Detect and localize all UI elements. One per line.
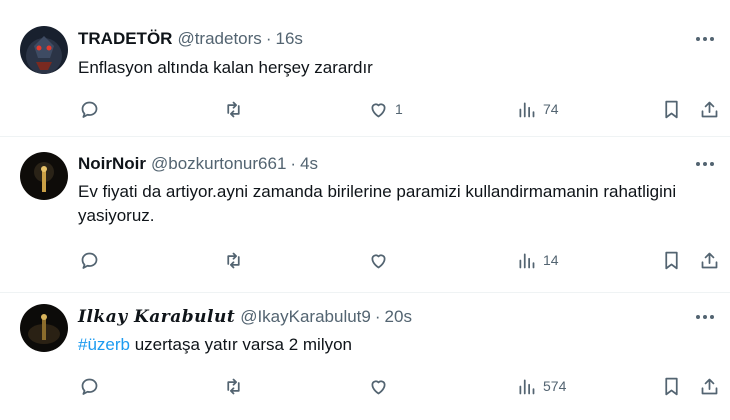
views-icon [519,253,535,268]
like-count: 1 [395,101,403,117]
share-button[interactable] [699,373,720,399]
bookmark-icon [665,100,678,118]
timestamp[interactable]: 16s [275,29,302,49]
bookmark-button[interactable] [661,247,682,273]
views-button[interactable]: 574 [516,373,566,399]
share-button[interactable] [699,247,720,273]
hashtag-link[interactable]: #üzerb [78,335,130,354]
tweet-text: Ev fiyati da artiyor.ayni zamanda birile… [78,182,677,225]
separator-dot: · [265,29,272,48]
avatar[interactable] [20,152,68,200]
action-bar: 14 [0,247,730,273]
more-icon[interactable] [692,154,718,174]
share-icon [701,101,718,117]
reply-button[interactable] [79,373,100,399]
separator-dot: · [374,307,381,326]
bookmark-button[interactable] [661,373,682,399]
like-icon [371,102,386,117]
share-icon [701,378,718,394]
tweet[interactable]: NoirNoir @bozkurtonur661 · 4s Ev fiyati … [0,137,730,292]
separator-dot: · [290,154,297,173]
display-name[interactable]: NoirNoir [78,154,146,174]
like-button[interactable] [368,247,389,273]
tweet-header: Ilkay Karabulut @IkayKarabulut9 · 20s [78,305,412,329]
display-name[interactable]: Ilkay Karabulut [78,307,235,327]
views-button[interactable]: 74 [516,96,559,122]
tweet-text-body: uzertaşa yatır varsa 2 milyon [129,335,353,354]
reply-icon [81,252,98,269]
timestamp[interactable]: 4s [300,154,318,174]
views-icon [519,102,535,117]
retweet-icon [227,378,240,394]
tweet[interactable]: TRADETÖR @tradetors · 16s Enflasyon altı… [0,0,730,136]
more-icon[interactable] [692,29,718,49]
views-button[interactable]: 14 [516,247,559,273]
share-icon [701,252,718,268]
reply-icon [81,378,98,395]
retweet-icon [227,101,240,117]
tweet[interactable]: Ilkay Karabulut @IkayKarabulut9 · 20s #ü… [0,293,730,420]
view-count: 74 [543,101,559,117]
share-button[interactable] [699,96,720,122]
action-bar: 1 74 [0,96,730,122]
user-handle[interactable]: @tradetors [177,29,261,49]
view-count: 574 [543,378,567,394]
tweet-feed: TRADETÖR @tradetors · 16s Enflasyon altı… [0,0,730,420]
display-name[interactable]: TRADETÖR [78,29,172,49]
tweet-header: NoirNoir @bozkurtonur661 · 4s [78,152,318,176]
more-icon[interactable] [692,307,718,327]
retweet-button[interactable] [223,373,244,399]
like-button[interactable]: 1 [368,96,403,122]
view-count: 14 [543,252,559,268]
bookmark-icon [665,377,678,395]
views-icon [519,379,535,394]
user-handle[interactable]: @IkayKarabulut9 [240,307,371,327]
user-handle[interactable]: @bozkurtonur661 [151,154,286,174]
tweet-text: #üzerb uzertaşa yatır varsa 2 milyon [78,333,688,357]
timestamp[interactable]: 20s [385,307,412,327]
retweet-icon [227,252,240,268]
reply-icon [81,101,98,118]
like-icon [371,253,386,268]
bookmark-icon [665,251,678,269]
tweet-text: Enflasyon altında kalan herşey zarardır [78,58,373,77]
avatar[interactable] [20,26,68,74]
bookmark-button[interactable] [661,96,682,122]
like-icon [371,379,386,394]
tweet-header: TRADETÖR @tradetors · 16s [78,27,303,51]
avatar[interactable] [20,304,68,352]
reply-button[interactable] [79,96,100,122]
reply-button[interactable] [79,247,100,273]
action-bar: 574 [0,373,730,399]
like-button[interactable] [368,373,389,399]
retweet-button[interactable] [223,247,244,273]
retweet-button[interactable] [223,96,244,122]
